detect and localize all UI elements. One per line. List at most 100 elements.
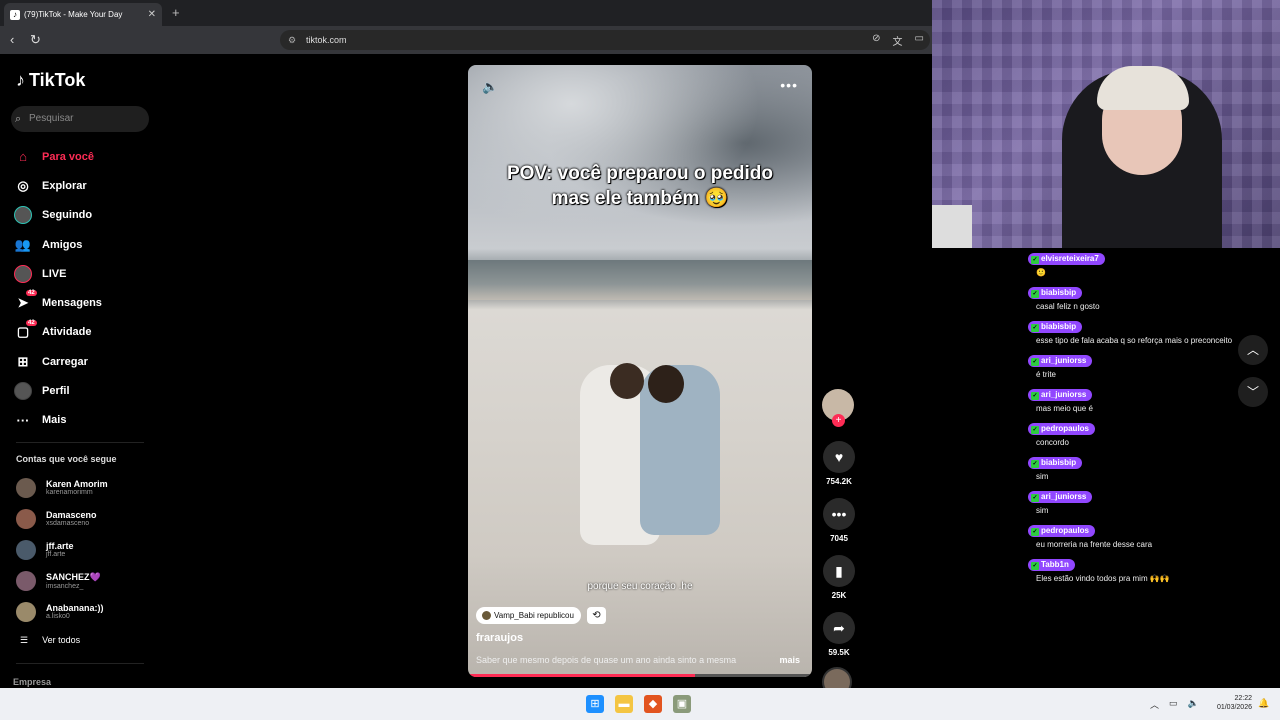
- system-clock[interactable]: 22:22 01/03/2026: [1206, 694, 1252, 712]
- followed-account[interactable]: jff.arte jff.arte: [16, 534, 108, 565]
- menu-item-carregar[interactable]: ⊞ Carregar: [14, 347, 102, 376]
- share-count: 59.5K: [828, 648, 850, 657]
- back-icon[interactable]: ‹: [10, 32, 14, 47]
- menu-item-perfil[interactable]: Perfil: [14, 376, 102, 405]
- menu-item-explorar[interactable]: ◎ Explorar: [14, 171, 102, 200]
- followed-account[interactable]: SANCHEZ💜 imsanchez_: [16, 565, 108, 596]
- followed-account[interactable]: Damasceno xsdamasceno: [16, 503, 108, 534]
- brave-browser-icon[interactable]: ◆: [644, 695, 662, 713]
- account-avatar: [16, 601, 36, 622]
- app-icon[interactable]: ▣: [673, 695, 691, 713]
- chat-text: sim: [1036, 506, 1049, 515]
- see-all-link[interactable]: ☰ Ver todos: [20, 635, 80, 646]
- menu-item-mensagens[interactable]: ➤ 42 Mensagens: [14, 288, 102, 317]
- video-progress-bar[interactable]: [468, 674, 812, 677]
- followed-account[interactable]: Karen Amorim karenamorimm: [16, 472, 108, 503]
- profile-avatar: [14, 382, 32, 401]
- url-field[interactable]: ⚙ tiktok.com: [280, 30, 930, 50]
- chat-username: ✓ ari_juniorss: [1028, 491, 1093, 503]
- search-input[interactable]: ⌕ Pesquisar: [11, 106, 149, 132]
- chat-text: Eles estão vindo todos pra mim 🙌🙌: [1036, 574, 1170, 583]
- cast-icon[interactable]: ▭: [915, 33, 924, 48]
- chat-username-text: ari_juniorss: [1041, 356, 1087, 365]
- video-player[interactable]: 🔈 ••• POV: você preparou o pedido mas el…: [468, 65, 812, 677]
- more-options-icon[interactable]: •••: [780, 77, 798, 93]
- main-menu: ⌂ Para você ◎ Explorar Seguindo 👥 Amigos…: [14, 142, 102, 435]
- chat-username-text: elvisreteixeira7: [1041, 254, 1099, 263]
- tracking-icon[interactable]: ⊘: [872, 33, 880, 48]
- comment-action[interactable]: ••• 7045: [822, 498, 856, 543]
- share-icon[interactable]: ➦: [823, 612, 855, 644]
- like-action[interactable]: ♥ 754.2K: [822, 441, 856, 486]
- video-sea: [468, 260, 812, 300]
- notification-icon[interactable]: 🔔: [1258, 698, 1269, 709]
- streamer-hair: [1097, 66, 1189, 110]
- browser-tab[interactable]: ♪ (79)TikTok - Make Your Day ✕: [4, 3, 162, 26]
- chat-username: ✓ Tabb1n: [1028, 559, 1075, 571]
- menu-label: LIVE: [42, 267, 67, 280]
- following-avatar: [14, 206, 32, 225]
- divider: [16, 663, 144, 664]
- home-icon: ⌂: [19, 149, 27, 165]
- video-author[interactable]: fraraujos: [476, 632, 523, 644]
- comment-icon[interactable]: •••: [823, 498, 855, 530]
- tiktok-logo[interactable]: ♪ TikTok: [16, 70, 85, 91]
- account-avatar: [16, 477, 36, 498]
- heart-icon[interactable]: ♥: [823, 441, 855, 473]
- moderator-icon: ✓: [1031, 562, 1039, 570]
- site-info-icon[interactable]: ⚙: [288, 30, 296, 50]
- translate-icon[interactable]: 文: [893, 33, 903, 48]
- account-avatar: [16, 508, 36, 529]
- tray-chevron-icon[interactable]: ︿: [1150, 698, 1159, 711]
- new-tab-button[interactable]: +: [172, 5, 180, 20]
- account-username: jff.arte: [46, 551, 66, 558]
- menu-item-atividade[interactable]: ▢ 42 Atividade: [14, 318, 102, 347]
- previous-video-button[interactable]: ︿: [1238, 335, 1268, 365]
- upload-icon: ⊞: [17, 353, 29, 369]
- chat-text: é trite: [1036, 370, 1057, 379]
- bookmark-icon[interactable]: ▮: [823, 555, 855, 587]
- chat-username-text: pedropaulos: [1041, 526, 1090, 535]
- more-description-button[interactable]: mais: [779, 655, 800, 665]
- menu-item-seguindo[interactable]: Seguindo: [14, 201, 102, 230]
- creator-avatar[interactable]: +: [822, 389, 854, 427]
- account-username: a.lisko0: [46, 613, 70, 620]
- save-action[interactable]: ▮ 25K: [822, 555, 856, 600]
- tab-close-icon[interactable]: ✕: [148, 9, 156, 20]
- clock-time: 22:22: [1234, 695, 1252, 702]
- moderator-icon: ✓: [1031, 426, 1039, 434]
- video-description: Saber que mesmo depois de quase um ano a…: [476, 655, 737, 665]
- video-head: [648, 365, 684, 403]
- volume-icon[interactable]: 🔈: [482, 79, 498, 95]
- footer-empresa[interactable]: Empresa: [13, 677, 51, 687]
- menu-label: Mensagens: [42, 297, 102, 310]
- account-name: Damasceno: [46, 510, 97, 520]
- url-text: tiktok.com: [306, 35, 347, 45]
- menu-label: Explorar: [42, 179, 87, 192]
- repost-badge[interactable]: Vamp_Babi republicou: [476, 607, 581, 624]
- file-explorer-icon[interactable]: ▬: [615, 695, 633, 713]
- follow-plus-icon[interactable]: +: [832, 414, 845, 427]
- divider: [16, 442, 144, 443]
- chat-username: ✓ ari_juniorss: [1028, 355, 1093, 367]
- menu-item-amigos[interactable]: 👥 Amigos: [14, 230, 102, 259]
- follow-section-title: Contas que você segue: [16, 454, 117, 464]
- windows-start-icon[interactable]: ⊞: [586, 695, 604, 713]
- menu-item-mais[interactable]: ··· Mais: [14, 406, 102, 435]
- share-action[interactable]: ➦ 59.5K: [822, 612, 856, 657]
- menu-item-para-voce[interactable]: ⌂ Para você: [14, 142, 102, 171]
- next-video-button[interactable]: ﹀: [1238, 377, 1268, 407]
- menu-label: Para você: [42, 150, 94, 163]
- followed-account[interactable]: Anabanana:)) a.lisko0: [16, 596, 108, 627]
- repost-icon[interactable]: ⟲: [587, 607, 606, 624]
- menu-item-live[interactable]: LIVE: [14, 259, 102, 288]
- reload-icon[interactable]: ↻: [30, 32, 41, 48]
- chat-username-text: biabisbip: [1041, 288, 1077, 297]
- activity-badge: 42: [26, 319, 37, 326]
- moderator-icon: ✓: [1031, 528, 1039, 536]
- network-icon[interactable]: ▭: [1169, 698, 1178, 711]
- chat-username-text: ari_juniorss: [1041, 390, 1087, 399]
- volume-tray-icon[interactable]: 🔈: [1188, 698, 1199, 711]
- moderator-icon: ✓: [1031, 290, 1039, 298]
- chat-username: ✓ biabisbip: [1028, 321, 1083, 333]
